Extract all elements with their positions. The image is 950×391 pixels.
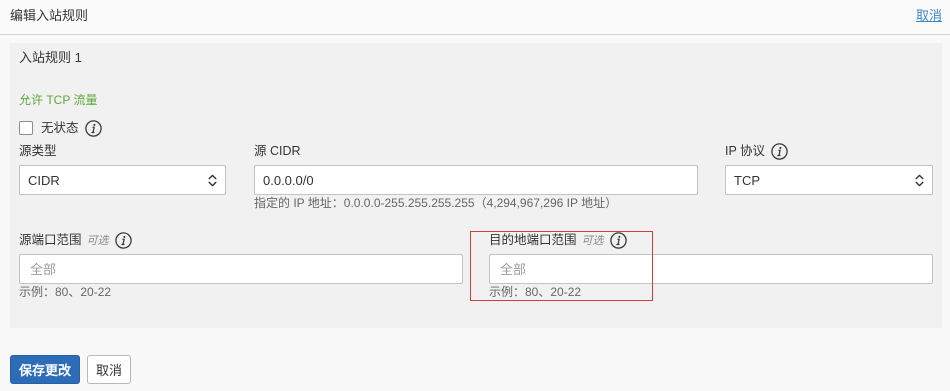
source-type-field-label: 源类型 (19, 142, 57, 160)
ip-protocol-value: TCP (734, 172, 760, 188)
cancel-link[interactable]: 取消 (916, 8, 942, 24)
source-type-label: 源类型 (19, 144, 57, 158)
source-port-range-input[interactable] (19, 254, 463, 284)
source-port-range-label: 源端口范围 (19, 233, 82, 247)
stateless-label[interactable]: 无状态 (41, 121, 79, 135)
ip-protocol-field-label: IP 协议 (725, 142, 788, 160)
save-changes-button[interactable]: 保存更改 (10, 355, 80, 384)
ip-protocol-select[interactable]: TCP (725, 165, 933, 195)
rule-description: 允许 TCP 流量 (19, 93, 98, 107)
source-type-value: CIDR (28, 172, 60, 188)
optional-tag: 可选 (581, 235, 604, 247)
chevron-up-down-icon (208, 174, 217, 187)
inbound-rule-panel: 入站规则 1 允许 TCP 流量 无状态 源类型 CIDR 源 CIDR 指定的… (10, 43, 942, 328)
chevron-up-down-icon (915, 174, 924, 187)
source-cidr-help: 指定的 IP 地址：0.0.0.0-255.255.255.255（4,294,… (254, 196, 618, 210)
ip-protocol-label: IP 协议 (725, 144, 766, 158)
info-icon[interactable] (771, 142, 788, 160)
info-icon[interactable] (84, 119, 102, 137)
cancel-button[interactable]: 取消 (87, 355, 131, 384)
source-type-select[interactable]: CIDR (19, 165, 226, 195)
destination-port-range-field-label: 目的地端口范围 可选 (489, 231, 627, 249)
optional-tag: 可选 (86, 235, 109, 247)
destination-port-range-help: 示例：80、20-22 (489, 285, 582, 299)
source-cidr-field-label: 源 CIDR (254, 142, 301, 160)
source-port-range-field-label: 源端口范围 可选 (19, 231, 132, 249)
source-cidr-input[interactable] (254, 165, 698, 195)
destination-port-range-input[interactable] (489, 254, 933, 284)
source-cidr-label: 源 CIDR (254, 144, 301, 158)
source-port-range-help: 示例：80、20-22 (19, 285, 112, 299)
dialog-title: 编辑入站规则 (10, 8, 89, 23)
info-icon[interactable] (114, 231, 132, 249)
dialog-header: 编辑入站规则 取消 (0, 0, 950, 35)
destination-port-range-label: 目的地端口范围 (489, 233, 577, 247)
rule-title: 入站规则 1 (19, 50, 82, 65)
stateless-checkbox[interactable] (19, 121, 33, 135)
info-icon[interactable] (609, 231, 627, 249)
stateless-option[interactable]: 无状态 (19, 119, 102, 137)
